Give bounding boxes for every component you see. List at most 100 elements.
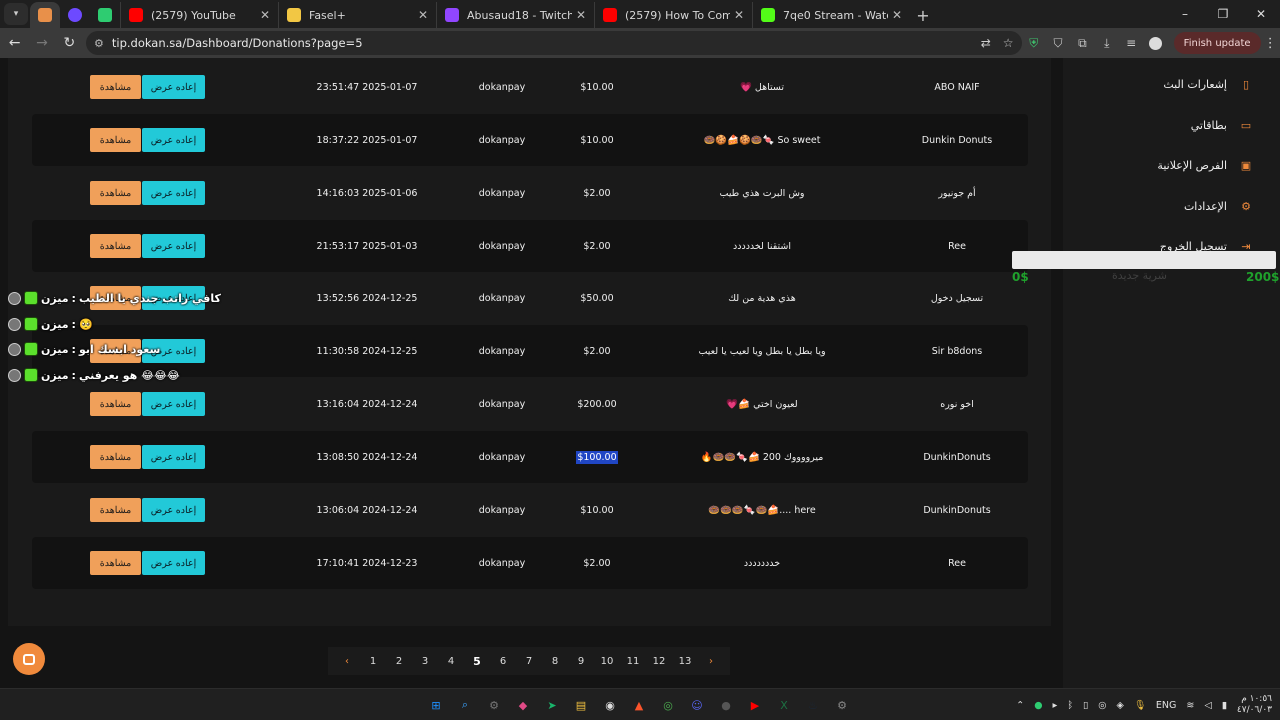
maximize-button[interactable]: ❐	[1204, 0, 1242, 28]
search-icon[interactable]: ⌕	[453, 693, 477, 717]
sidebar-item[interactable]: الإعدادات ⚙	[1063, 194, 1253, 218]
replay-button[interactable]: إعاده عرض	[142, 234, 205, 258]
app-icon[interactable]: ◆	[511, 693, 535, 717]
sidebar-item[interactable]: بطاقاتي ▭	[1063, 113, 1253, 137]
bookmark-star-icon[interactable]: ☆	[1003, 36, 1014, 50]
windows-start-icon[interactable]: ⊞	[424, 693, 448, 717]
browser-tab[interactable]: 7qe0 Stream - Watch Live on K ✕	[752, 2, 910, 28]
browser-tab[interactable]: Abusaud18 - Twitch ✕	[436, 2, 594, 28]
page-link[interactable]: 4	[443, 656, 459, 667]
donation-amount: $2.00	[583, 345, 611, 357]
discord-icon[interactable]: ☺	[685, 693, 709, 717]
download-icon[interactable]: ⤓	[1095, 31, 1119, 55]
youtube-icon[interactable]: ▶	[743, 693, 767, 717]
shield-extension-icon-2[interactable]: ⛉	[1046, 31, 1070, 55]
support-chat-button[interactable]	[13, 643, 45, 675]
site-info-icon[interactable]: ⚙	[94, 37, 104, 50]
browser-tab[interactable]: (2579) YouTube ✕	[120, 2, 278, 28]
reload-button[interactable]: ↻	[57, 30, 82, 56]
shield-extension-icon[interactable]: ⛨	[1022, 31, 1046, 55]
language-indicator[interactable]: ENG	[1156, 700, 1176, 711]
replay-button[interactable]: إعاده عرض	[142, 181, 205, 205]
view-button[interactable]: مشاهدة	[90, 234, 141, 258]
view-button[interactable]: مشاهدة	[90, 498, 141, 522]
battery-icon[interactable]: ▯	[1083, 700, 1088, 711]
settings-icon[interactable]: ⚙	[830, 693, 854, 717]
back-button[interactable]: ←	[2, 30, 27, 56]
address-bar[interactable]: ⚙ tip.dokan.sa/Dashboard/Donations?page=…	[85, 31, 1022, 55]
pinned-tab-proton[interactable]	[60, 2, 90, 28]
close-tab-icon[interactable]: ✕	[734, 8, 744, 22]
donation-amount: $50.00	[580, 292, 614, 304]
tray-extra-icon[interactable]: ◈	[1117, 700, 1124, 711]
replay-button[interactable]: إعاده عرض	[142, 445, 205, 469]
app-icon[interactable]: ➤	[540, 693, 564, 717]
page-link[interactable]: 8	[547, 656, 563, 667]
folder-icon[interactable]: ▤	[569, 693, 593, 717]
wifi-icon[interactable]: ≋	[1186, 700, 1194, 711]
new-tab-button[interactable]: +	[910, 2, 936, 28]
page-link[interactable]: 1	[365, 656, 381, 667]
replay-button[interactable]: إعاده عرض	[142, 498, 205, 522]
chevron-up-icon[interactable]: ⌃	[1016, 700, 1024, 711]
replay-button[interactable]: إعاده عرض	[142, 128, 205, 152]
forward-button[interactable]: →	[29, 30, 54, 56]
network-icon[interactable]: ◎	[1098, 700, 1106, 711]
close-window-button[interactable]: ✕	[1242, 0, 1280, 28]
browser-tab[interactable]: (2579) How To Combine Multi ✕	[594, 2, 752, 28]
tab-search-button[interactable]: ▾	[4, 3, 28, 25]
replay-button[interactable]: إعاده عرض	[142, 75, 205, 99]
pinned-tab-dokan[interactable]	[30, 2, 60, 28]
settings-icon[interactable]: ⚙	[482, 693, 506, 717]
chrome-icon[interactable]: ◎	[656, 693, 680, 717]
donation-date: 17:10:41 2024-12-23	[316, 557, 418, 569]
pinned-tab-app[interactable]	[90, 2, 120, 28]
view-button[interactable]: مشاهدة	[90, 181, 141, 205]
replay-button[interactable]: إعاده عرض	[142, 551, 205, 575]
page-link[interactable]: 7	[521, 656, 537, 667]
browser-tab[interactable]: Fasel+ ✕	[278, 2, 436, 28]
translate-icon[interactable]: ⇄	[981, 36, 991, 50]
media-icon[interactable]: ≡	[1119, 31, 1143, 55]
page-link[interactable]: 2	[391, 656, 407, 667]
page-link[interactable]: 11	[625, 656, 641, 667]
close-tab-icon[interactable]: ✕	[892, 8, 902, 22]
view-button[interactable]: مشاهدة	[90, 551, 141, 575]
prev-page-button[interactable]: ‹	[339, 656, 355, 667]
steelseries-icon[interactable]: ◉	[598, 693, 622, 717]
page-link[interactable]: 9	[573, 656, 589, 667]
sidebar-item[interactable]: إشعارات البث ▯	[1063, 72, 1253, 96]
sidebar-item[interactable]: الفرص الإعلانية ▣	[1063, 153, 1253, 177]
page-link[interactable]: 12	[651, 656, 667, 667]
volume-icon[interactable]: ◁	[1204, 700, 1211, 711]
mic-icon[interactable]: 🎙	[1134, 700, 1146, 711]
page-link[interactable]: 3	[417, 656, 433, 667]
view-button[interactable]: مشاهدة	[90, 75, 141, 99]
replay-button[interactable]: إعاده عرض	[142, 392, 205, 416]
excel-icon[interactable]: X	[772, 693, 796, 717]
view-button[interactable]: مشاهدة	[90, 392, 141, 416]
tray-arrow-icon[interactable]: ▸	[1053, 700, 1058, 711]
clock[interactable]: ١٠:٥٦ م ٤٧/٠٦/٠٣	[1237, 694, 1272, 716]
page-link[interactable]: 10	[599, 656, 615, 667]
brave-icon[interactable]: ▲	[627, 693, 651, 717]
current-page[interactable]: 5	[469, 655, 485, 668]
power-icon[interactable]: ▮	[1222, 700, 1227, 711]
profile-avatar[interactable]	[1143, 31, 1167, 55]
tray-app-icon[interactable]: ●	[1034, 700, 1042, 711]
finish-update-button[interactable]: Finish update	[1173, 32, 1261, 54]
view-button[interactable]: مشاهدة	[90, 445, 141, 469]
view-button[interactable]: مشاهدة	[90, 128, 141, 152]
page-link[interactable]: 13	[677, 656, 693, 667]
steam-icon[interactable]: ♨	[801, 693, 825, 717]
close-tab-icon[interactable]: ✕	[576, 8, 586, 22]
close-tab-icon[interactable]: ✕	[418, 8, 428, 22]
close-tab-icon[interactable]: ✕	[260, 8, 270, 22]
minimize-button[interactable]: –	[1166, 0, 1204, 28]
menu-icon[interactable]: ⋮	[1261, 36, 1280, 51]
obs-icon[interactable]: ●	[714, 693, 738, 717]
extensions-icon[interactable]: ⧉	[1070, 31, 1094, 55]
bluetooth-icon[interactable]: ᛒ	[1067, 700, 1073, 711]
page-link[interactable]: 6	[495, 656, 511, 667]
next-page-button[interactable]: ›	[703, 656, 719, 667]
